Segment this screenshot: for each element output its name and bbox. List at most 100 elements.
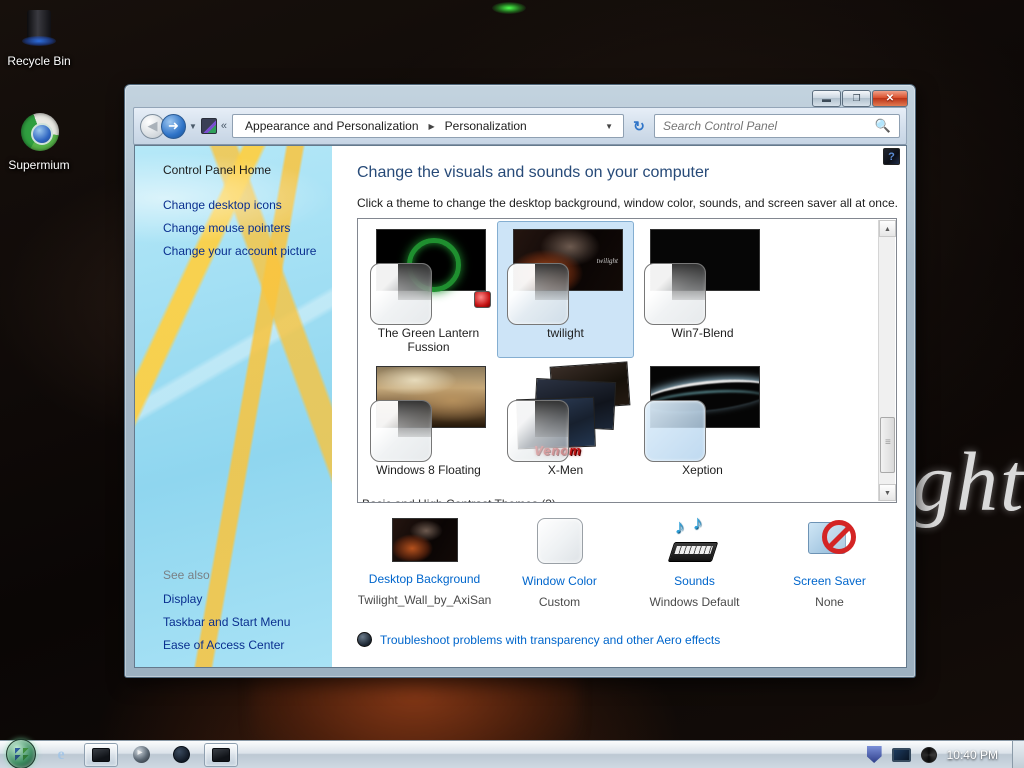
glass-window-icon <box>507 263 569 325</box>
breadcrumb-item-personalization[interactable]: Personalization <box>437 119 535 133</box>
internet-explorer-icon: e <box>57 745 65 763</box>
navigation-bar: ◀ ➜ ▼ « Appearance and Personalization ▶… <box>133 107 907 145</box>
sidebar-item-control-panel-home[interactable]: Control Panel Home <box>163 163 271 177</box>
desktop-icon-recycle-bin[interactable]: Recycle Bin <box>1 8 77 68</box>
theme-item-win7-blend[interactable]: Win7-Blend <box>634 221 771 358</box>
breadcrumb-item-appearance[interactable]: Appearance and Personalization <box>237 119 426 133</box>
window-box-app-icon <box>212 747 230 762</box>
sidebar-item-ease-of-access[interactable]: Ease of Access Center <box>163 638 284 652</box>
scroll-up-icon[interactable]: ▲ <box>879 220 896 237</box>
page-subtitle: Click a theme to change the desktop back… <box>357 196 898 210</box>
media-player-icon <box>132 746 150 763</box>
maximize-button[interactable]: ❐ <box>842 90 871 107</box>
setting-screen-saver[interactable]: Screen Saver None <box>762 514 897 614</box>
caption-buttons: ▬ ❐ ✕ <box>812 90 908 107</box>
breadcrumb-dropdown-icon[interactable]: ▼ <box>599 122 619 131</box>
maximize-icon: ❐ <box>852 93 861 103</box>
show-desktop-button[interactable] <box>1012 740 1024 768</box>
forward-arrow-icon: ➜ <box>168 118 179 133</box>
theme-item-xeption[interactable]: Xeption <box>634 358 771 495</box>
window-color-value: Custom <box>538 595 581 609</box>
theme-label: X-Men <box>547 463 584 477</box>
theme-label: twilight <box>547 326 584 340</box>
volume-swirl-icon[interactable] <box>920 746 937 763</box>
wallpaper-script-text: ght <box>912 436 1024 529</box>
desktop-background-value: Twilight_Wall_by_AxiSan <box>357 593 492 607</box>
black-box-app-icon <box>92 747 110 762</box>
desktop-icon-supermium[interactable]: Supermium <box>1 112 77 172</box>
taskbar-item-app-1[interactable] <box>84 742 118 767</box>
personalization-window: ▬ ❐ ✕ ◀ ➜ ▼ « Appearance and Personaliza… <box>124 84 916 678</box>
sidebar-item-change-mouse-pointers[interactable]: Change mouse pointers <box>163 221 290 235</box>
history-dropdown-icon[interactable]: ▼ <box>189 122 197 131</box>
theme-label: The Green Lantern Fussion <box>377 326 480 354</box>
search-box[interactable]: 🔍 <box>654 114 900 138</box>
breadcrumb[interactable]: Appearance and Personalization ▶ Persona… <box>232 114 624 138</box>
desktop-icon-label: Recycle Bin <box>7 54 71 68</box>
taskbar-item-app-3[interactable] <box>204 742 238 767</box>
glass-window-icon <box>370 400 432 462</box>
setting-desktop-background[interactable]: Desktop Background Twilight_Wall_by_AxiS… <box>357 514 492 614</box>
taskbar-item-media-player[interactable] <box>124 743 158 767</box>
start-button[interactable] <box>6 738 36 768</box>
help-icon[interactable]: ? <box>883 148 900 165</box>
glass-window-icon <box>507 400 569 462</box>
theme-label: Windows 8 Floating <box>376 463 481 477</box>
breadcrumb-separator-icon[interactable]: ▶ <box>427 122 437 131</box>
desktop-background-thumbnail <box>391 518 458 562</box>
sounds-value: Windows Default <box>649 595 740 609</box>
theme-label: Win7-Blend <box>671 326 734 340</box>
window-color-link[interactable]: Window Color <box>492 574 627 588</box>
screen-saver-value: None <box>815 595 844 609</box>
minimize-icon: ▬ <box>822 93 831 104</box>
close-icon: ✕ <box>885 93 895 104</box>
back-arrow-icon: ◀ <box>147 118 158 133</box>
refresh-icon[interactable]: ↻ <box>628 115 650 137</box>
glass-window-icon <box>644 263 706 325</box>
main-pane: ? Change the visuals and sounds on your … <box>332 146 906 667</box>
troubleshoot-row: Troubleshoot problems with transparency … <box>357 632 720 647</box>
display-monitor-icon[interactable] <box>891 747 911 762</box>
scrollbar-thumb[interactable] <box>880 416 895 473</box>
desktop-background-link[interactable]: Desktop Background <box>357 572 492 586</box>
troubleshoot-link[interactable]: Troubleshoot problems with transparency … <box>380 633 720 647</box>
collapse-chevron-icon[interactable]: « <box>221 120 227 132</box>
window-content: Control Panel Home Change desktop icons … <box>134 145 907 668</box>
setting-window-color[interactable]: Window Color Custom <box>492 514 627 614</box>
taskbar-clock[interactable]: 10:40 PM <box>947 748 998 762</box>
security-shield-icon[interactable] <box>866 746 882 763</box>
vertical-scrollbar[interactable]: ▲ ▼ <box>878 220 896 501</box>
taskbar-item-internet-explorer[interactable]: e <box>44 743 78 767</box>
supermium-browser-icon <box>18 112 60 154</box>
recycle-bin-icon <box>18 8 60 50</box>
troubleshoot-sphere-icon <box>357 632 372 647</box>
search-icon: 🔍 <box>874 118 891 133</box>
theme-item-green-lantern[interactable]: The Green Lantern Fussion <box>360 221 497 358</box>
taskbar-item-app-2[interactable] <box>164 743 198 767</box>
dark-sphere-app-icon <box>172 746 190 763</box>
minimize-button[interactable]: ▬ <box>812 90 841 107</box>
search-input[interactable] <box>655 119 873 133</box>
taskbar-icons: e <box>44 741 244 768</box>
sidebar-item-display[interactable]: Display <box>163 592 202 606</box>
sounds-icon: ♪ ♪ <box>667 512 721 564</box>
sidebar-item-change-account-picture[interactable]: Change your account picture <box>163 244 316 258</box>
theme-item-windows8-floating[interactable]: Windows 8 Floating <box>360 358 497 495</box>
sidebar-item-change-desktop-icons[interactable]: Change desktop icons <box>163 198 282 212</box>
sounds-link[interactable]: Sounds <box>627 574 762 588</box>
close-button[interactable]: ✕ <box>872 90 908 107</box>
forward-button[interactable]: ➜ <box>161 113 186 139</box>
system-tray: 10:40 PM <box>866 740 1024 768</box>
theme-settings-row: Desktop Background Twilight_Wall_by_AxiS… <box>357 512 897 614</box>
preview-art-text: twilight <box>596 257 618 265</box>
theme-item-x-men[interactable]: Venom X-Men <box>497 358 634 495</box>
theme-item-twilight[interactable]: twilight twilight <box>497 221 634 358</box>
setting-sounds[interactable]: ♪ ♪ Sounds Windows Default <box>627 512 762 614</box>
personalization-app-icon <box>200 118 217 134</box>
screen-saver-link[interactable]: Screen Saver <box>762 574 897 588</box>
page-title: Change the visuals and sounds on your co… <box>357 164 710 181</box>
screen-saver-icon <box>804 518 856 564</box>
sidebar-item-taskbar-start-menu[interactable]: Taskbar and Start Menu <box>163 615 290 629</box>
scroll-down-icon[interactable]: ▼ <box>879 484 896 501</box>
sidebar: Control Panel Home Change desktop icons … <box>135 146 332 667</box>
